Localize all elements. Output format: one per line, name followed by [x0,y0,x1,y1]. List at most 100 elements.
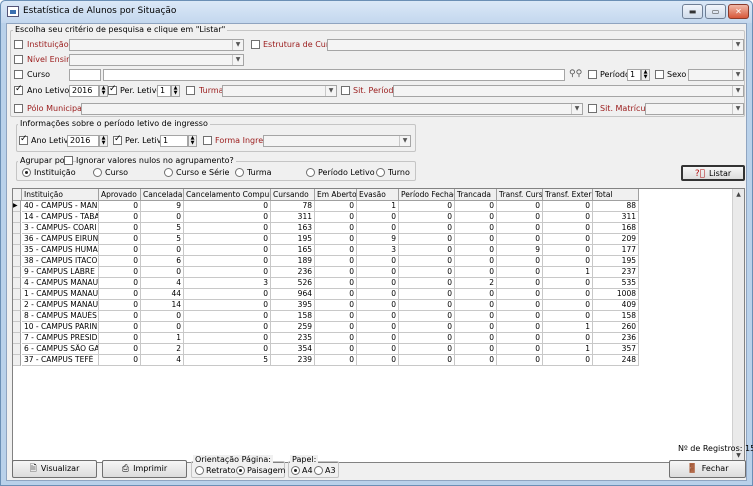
visualizar-button[interactable]: 🗎 Visualizar [12,460,97,478]
table-cell[interactable]: 0 [543,256,593,267]
table-cell[interactable]: 0 [399,245,455,256]
periodo-spinner[interactable]: ▲ ▼ [641,69,650,81]
ingresso-ano-letivo-spinner[interactable]: ▲ ▼ [99,135,108,147]
table-cell[interactable]: 0 [399,256,455,267]
table-cell[interactable]: 0 [99,333,141,344]
maximize-button[interactable]: ▭ [705,4,726,19]
periodo-checkbox[interactable] [588,70,597,79]
table-cell[interactable]: 0 [455,311,497,322]
table-cell[interactable]: 10 - CAMPUS PARIN [22,322,99,333]
table-cell[interactable]: 0 [399,322,455,333]
sexo-select[interactable]: ▼ [688,69,744,81]
row-header[interactable] [13,256,21,267]
polo-municipal-select[interactable]: ▼ [81,103,583,115]
table-row[interactable]: 14 - CAMPUS - TABA 0 0 0 311 0 0 0 0 0 0 311 [13,212,640,223]
table-cell[interactable]: 8 - CAMPUS MAUÉS [22,311,99,322]
table-row[interactable]: 37 - CAMPUS TEFÉ 0 4 5 239 0 0 0 0 0 0 248 [13,355,640,366]
table-cell[interactable]: 5 [184,355,271,366]
table-row[interactable]: 4 - CAMPUS MANAU 0 4 3 526 0 0 0 2 0 0 535 [13,278,640,289]
table-cell[interactable]: 0 [99,322,141,333]
table-cell[interactable]: 1 [543,322,593,333]
table-cell[interactable]: 165 [271,245,315,256]
table-cell[interactable]: 0 [315,245,357,256]
table-cell[interactable]: 0 [399,355,455,366]
paisagem-radio[interactable] [236,466,245,475]
table-cell[interactable]: 0 [99,344,141,355]
table-cell[interactable]: 0 [497,223,543,234]
table-cell[interactable]: 0 [184,289,271,300]
column-header[interactable]: Total [593,189,639,201]
column-header[interactable]: Cancelamento Compulsório [184,189,271,201]
table-cell[interactable]: 6 [141,256,184,267]
table-cell[interactable]: 0 [399,300,455,311]
estrutura-curso-checkbox[interactable] [251,40,260,49]
table-cell[interactable]: 168 [593,223,639,234]
table-cell[interactable]: 0 [357,267,399,278]
table-cell[interactable]: 0 [357,289,399,300]
table-cell[interactable]: 163 [271,223,315,234]
table-cell[interactable]: 0 [357,212,399,223]
table-cell[interactable]: 5 [141,223,184,234]
ingresso-per-letivo-checkbox[interactable] [113,134,122,145]
table-cell[interactable]: 0 [99,212,141,223]
table-cell[interactable]: 0 [141,212,184,223]
column-header[interactable]: Em Aberto [315,189,357,201]
vertical-scrollbar[interactable]: ▲ ▼ [732,189,744,462]
table-cell[interactable]: 0 [497,212,543,223]
table-cell[interactable]: 0 [543,201,593,212]
table-cell[interactable]: 409 [593,300,639,311]
table-cell[interactable]: 0 [543,355,593,366]
row-header[interactable] [13,223,21,234]
table-cell[interactable]: 0 [357,278,399,289]
table-cell[interactable]: 0 [497,278,543,289]
title-bar[interactable]: Estatística de Alunos por Situação ▬ ▭ ✕ [1,1,752,23]
group-radio-instituicao[interactable] [22,168,31,177]
column-header[interactable]: Transf. Externa [543,189,593,201]
table-cell[interactable]: 0 [357,300,399,311]
table-cell[interactable]: 236 [271,267,315,278]
table-cell[interactable]: 0 [399,344,455,355]
table-cell[interactable]: 0 [497,289,543,300]
table-cell[interactable]: 1 [543,344,593,355]
table-cell[interactable]: 0 [99,267,141,278]
table-row[interactable]: 2 - CAMPUS MANAU 0 14 0 395 0 0 0 0 0 0 409 [13,300,640,311]
table-cell[interactable]: 0 [543,289,593,300]
table-cell[interactable]: 0 [184,234,271,245]
table-cell[interactable]: 0 [141,322,184,333]
table-row[interactable]: 10 - CAMPUS PARIN 0 0 0 259 0 0 0 0 0 1 260 [13,322,640,333]
ano-letivo-spinner[interactable]: ▲ ▼ [99,85,108,97]
current-row-indicator-icon[interactable]: ▶ [13,201,21,212]
table-row[interactable]: 9 - CAMPUS LÁBRE 0 0 0 236 0 0 0 0 0 1 237 [13,267,640,278]
table-cell[interactable]: 78 [271,201,315,212]
row-header[interactable] [13,278,21,289]
table-cell[interactable]: 357 [593,344,639,355]
table-row[interactable]: 1 - CAMPUS MANAU 0 44 0 964 0 0 0 0 0 0 1008 [13,289,640,300]
table-cell[interactable]: 0 [184,256,271,267]
table-cell[interactable]: 3 [184,278,271,289]
table-cell[interactable]: 189 [271,256,315,267]
curso-name-input[interactable] [103,69,565,81]
table-cell[interactable]: 526 [271,278,315,289]
table-row[interactable]: 36 - CAMPUS EIRUN 0 5 0 195 0 9 0 0 0 0 209 [13,234,640,245]
table-cell[interactable]: 0 [315,333,357,344]
column-header[interactable]: Evasão [357,189,399,201]
table-cell[interactable]: 0 [315,344,357,355]
table-cell[interactable]: 36 - CAMPUS EIRUN [22,234,99,245]
table-cell[interactable]: 0 [455,245,497,256]
table-cell[interactable]: 35 - CAMPUS HUMA [22,245,99,256]
row-header[interactable] [13,311,21,322]
table-cell[interactable]: 0 [99,289,141,300]
table-cell[interactable]: 37 - CAMPUS TEFÉ [22,355,99,366]
table-cell[interactable]: 0 [184,201,271,212]
table-cell[interactable]: 239 [271,355,315,366]
table-cell[interactable]: 0 [497,355,543,366]
retrato-radio[interactable] [195,466,204,475]
table-cell[interactable]: 2 [455,278,497,289]
row-header[interactable] [13,212,21,223]
table-cell[interactable]: 0 [399,267,455,278]
table-cell[interactable]: 0 [141,245,184,256]
table-cell[interactable]: 7 - CAMPUS PRESID [22,333,99,344]
table-cell[interactable]: 311 [593,212,639,223]
row-header[interactable] [13,245,21,256]
table-row[interactable]: 38 - CAMPUS ITACO 0 6 0 189 0 0 0 0 0 0 195 [13,256,640,267]
